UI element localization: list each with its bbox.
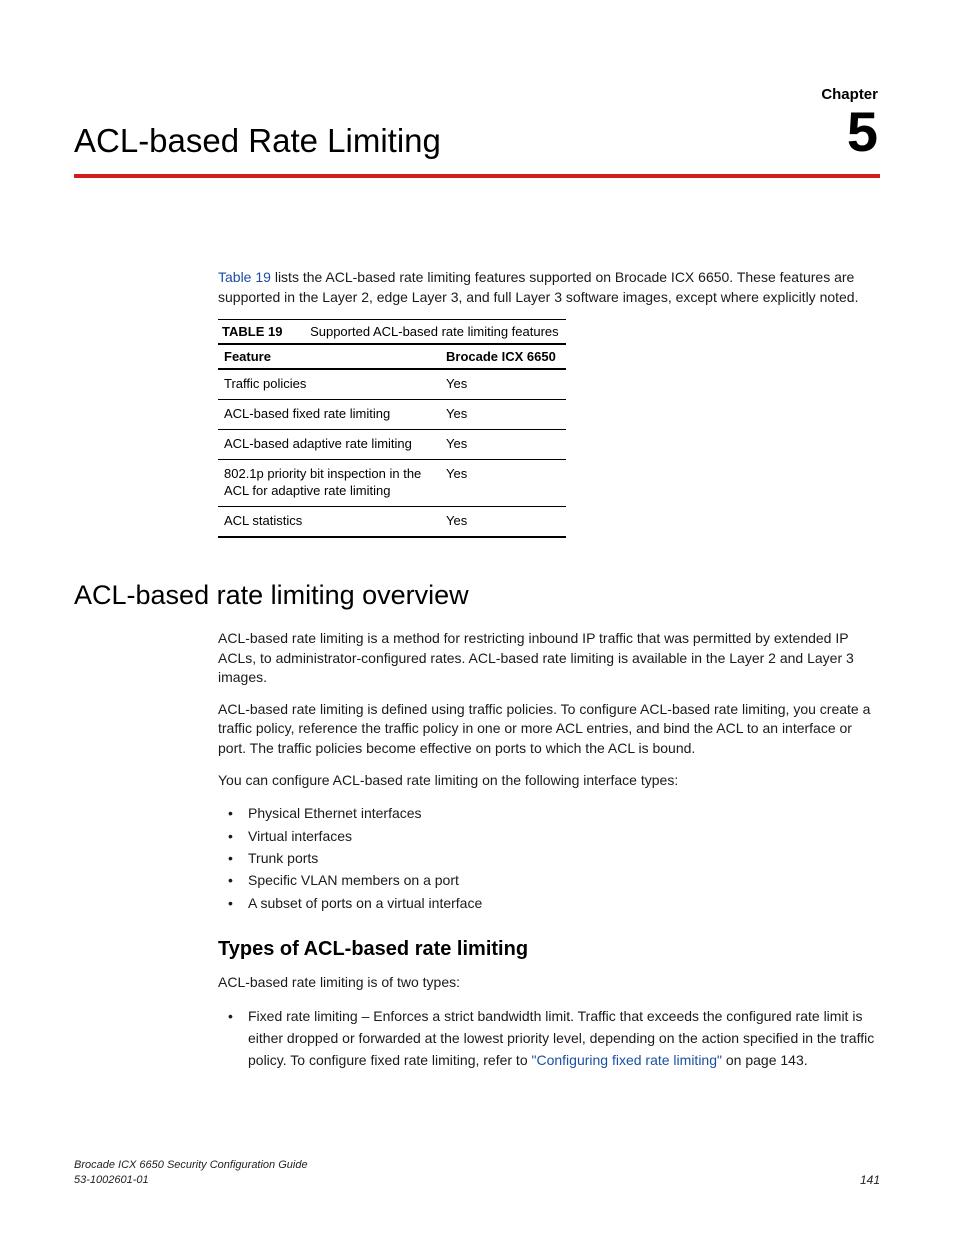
chapter-title: ACL-based Rate Limiting: [74, 122, 441, 160]
table-row: ACL-based fixed rate limiting Yes: [218, 400, 566, 430]
table-row: ACL-based adaptive rate limiting Yes: [218, 429, 566, 459]
table-caption: TABLE 19 Supported ACL-based rate limiti…: [218, 319, 566, 343]
feature-table: TABLE 19 Supported ACL-based rate limiti…: [218, 319, 566, 537]
table-cell: Traffic policies: [218, 369, 440, 399]
intro-paragraph: Table 19 lists the ACL-based rate limiti…: [218, 268, 880, 307]
page-footer: Brocade ICX 6650 Security Configuration …: [74, 1158, 880, 1187]
overview-p1: ACL-based rate limiting is a method for …: [218, 629, 880, 688]
overview-section: ACL-based rate limiting overview ACL-bas…: [74, 580, 880, 1088]
overview-p3: You can configure ACL-based rate limitin…: [218, 771, 880, 791]
list-item: Fixed rate limiting – Enforces a strict …: [218, 1005, 880, 1072]
table-cell: ACL-based adaptive rate limiting: [218, 429, 440, 459]
type-fixed-post: on page 143.: [722, 1052, 808, 1068]
table-cell: ACL statistics: [218, 506, 440, 536]
overview-body: ACL-based rate limiting is a method for …: [218, 629, 880, 1072]
table-row: 802.1p priority bit inspection in the AC…: [218, 459, 566, 506]
table-cell: Yes: [440, 459, 566, 506]
table-cell: Yes: [440, 400, 566, 430]
footer-doc-title: Brocade ICX 6650 Security Configuration …: [74, 1158, 308, 1172]
table-caption-label: TABLE 19: [222, 324, 282, 339]
table-header-cell: Feature: [218, 344, 440, 369]
feature-table-body: Feature Brocade ICX 6650 Traffic policie…: [218, 343, 566, 537]
footer-doc-number: 53-1002601-01: [74, 1173, 308, 1187]
footer-page-number: 141: [860, 1173, 880, 1187]
table-row: Traffic policies Yes: [218, 369, 566, 399]
list-item: Virtual interfaces: [218, 825, 880, 847]
page: Chapter 5 ACL-based Rate Limiting Table …: [0, 0, 954, 1235]
intro-block: Table 19 lists the ACL-based rate limiti…: [218, 268, 880, 538]
table-header-row: Feature Brocade ICX 6650: [218, 344, 566, 369]
table-cell: Yes: [440, 429, 566, 459]
heading-rule: [74, 174, 880, 178]
list-item: A subset of ports on a virtual interface: [218, 892, 880, 914]
intro-text: lists the ACL-based rate limiting featur…: [218, 269, 859, 305]
list-item: Physical Ethernet interfaces: [218, 802, 880, 824]
table-cell: 802.1p priority bit inspection in the AC…: [218, 459, 440, 506]
interface-type-list: Physical Ethernet interfaces Virtual int…: [218, 802, 880, 914]
table-cell: ACL-based fixed rate limiting: [218, 400, 440, 430]
list-item: Trunk ports: [218, 847, 880, 869]
table-cell: Yes: [440, 506, 566, 536]
table-row: ACL statistics Yes: [218, 506, 566, 536]
config-fixed-link[interactable]: "Configuring fixed rate limiting": [532, 1052, 722, 1068]
table-cell: Yes: [440, 369, 566, 399]
list-item: Specific VLAN members on a port: [218, 869, 880, 891]
table-ref-link[interactable]: Table 19: [218, 269, 271, 285]
types-intro: ACL-based rate limiting is of two types:: [218, 973, 880, 993]
overview-p2: ACL-based rate limiting is defined using…: [218, 700, 880, 759]
table-header-cell: Brocade ICX 6650: [440, 344, 566, 369]
chapter-number: 5: [847, 104, 878, 160]
types-heading: Types of ACL-based rate limiting: [218, 938, 880, 961]
footer-left: Brocade ICX 6650 Security Configuration …: [74, 1158, 308, 1187]
table-caption-text: Supported ACL-based rate limiting featur…: [310, 324, 559, 339]
types-list: Fixed rate limiting – Enforces a strict …: [218, 1005, 880, 1072]
overview-heading: ACL-based rate limiting overview: [74, 580, 880, 611]
